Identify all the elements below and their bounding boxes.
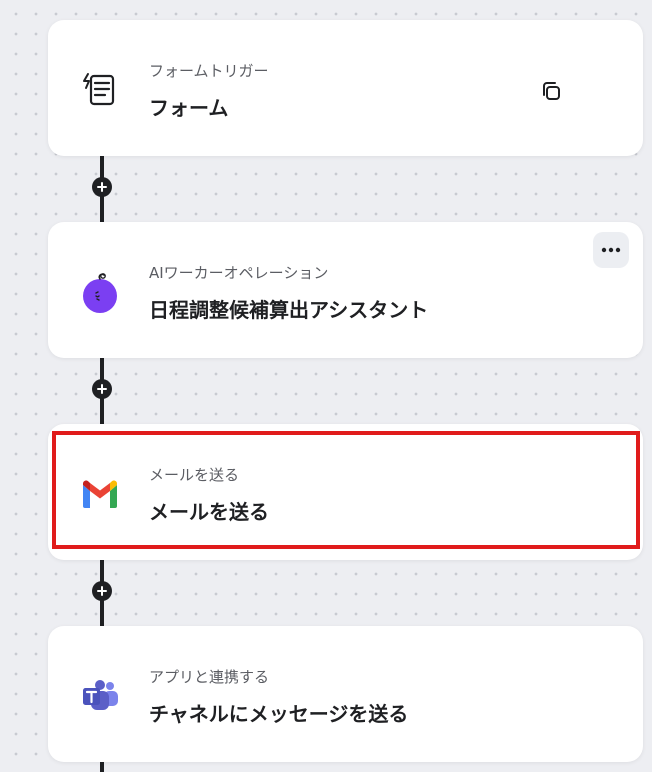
step-card-teams-message[interactable]: アプリと連携する チャネルにメッセージを送る xyxy=(48,626,643,762)
step-type-label: AIワーカーオペレーション xyxy=(149,264,329,282)
ellipsis-icon xyxy=(601,247,621,253)
add-step-button[interactable] xyxy=(92,581,112,601)
step-card-ai-worker[interactable]: AIワーカーオペレーション 日程調整候補算出アシスタント xyxy=(48,222,643,358)
add-step-button[interactable] xyxy=(92,177,112,197)
form-trigger-icon xyxy=(78,68,122,112)
step-type-label: フォームトリガー xyxy=(149,62,269,80)
step-title: フォーム xyxy=(149,96,229,120)
connector-line xyxy=(100,762,104,772)
copy-icon xyxy=(543,82,560,100)
plus-icon xyxy=(97,586,107,596)
step-title: 日程調整候補算出アシスタント xyxy=(149,298,429,322)
teams-icon xyxy=(78,674,122,718)
step-type-label: アプリと連携する xyxy=(149,668,270,686)
step-card-form-trigger[interactable]: フォームトリガー フォーム xyxy=(48,20,643,156)
add-step-button[interactable] xyxy=(92,379,112,399)
ai-worker-icon xyxy=(78,270,122,314)
plus-icon xyxy=(97,384,107,394)
more-options-button[interactable] xyxy=(593,232,629,268)
highlight-box xyxy=(52,431,640,549)
plus-icon xyxy=(97,182,107,192)
step-title: チャネルにメッセージを送る xyxy=(149,702,409,726)
copy-button[interactable] xyxy=(538,78,564,104)
